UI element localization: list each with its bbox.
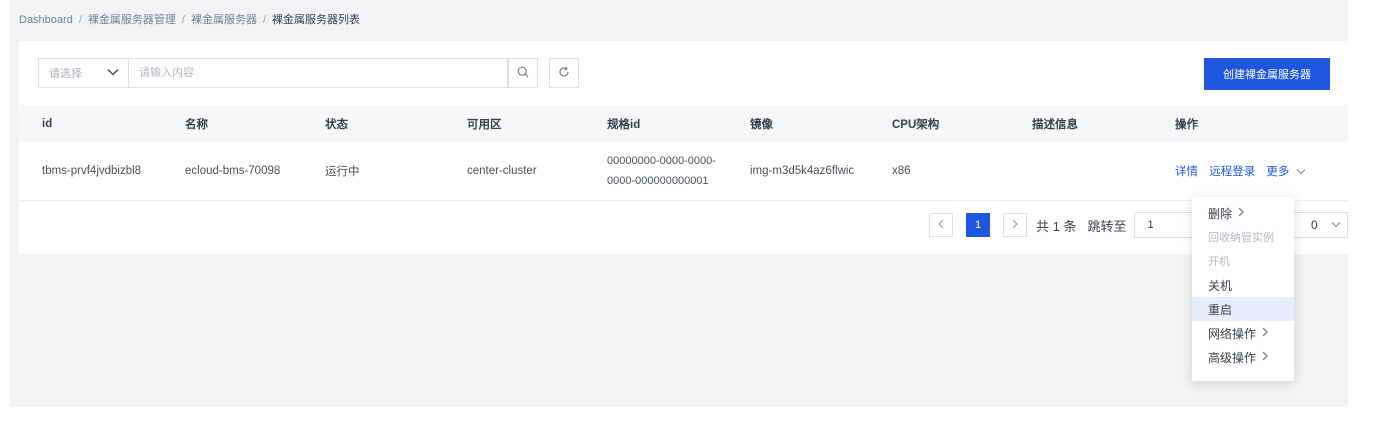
- menu-item-advanced-ops[interactable]: 高级操作: [1192, 345, 1294, 369]
- detail-link[interactable]: 详情: [1175, 166, 1198, 178]
- cell-actions: 详情 远程登录 更多: [1152, 163, 1342, 179]
- prev-page-button[interactable]: [929, 213, 953, 237]
- search-input[interactable]: [128, 58, 508, 88]
- cell-id: tbms-prvf4jvdbizbl8: [42, 165, 142, 177]
- menu-item-label: 网络操作: [1208, 326, 1257, 341]
- cell-image: img-m3d5k4az6flwic: [750, 165, 855, 177]
- column-header-description: 描述信息: [1032, 118, 1078, 131]
- main-panel: 请选择 创建裸金属服务器 id 名称 状态: [19, 41, 1348, 254]
- pagination-jump-label: 跳转至: [1087, 218, 1127, 234]
- filter-select[interactable]: 请选择: [38, 58, 128, 88]
- menu-item-label: 高级操作: [1208, 350, 1257, 365]
- search-button[interactable]: [508, 58, 538, 88]
- next-page-button[interactable]: [1003, 213, 1027, 237]
- app-root: Dashboard / 裸金属服务器管理 / 裸金属服务器 / 裸金属服务器列表 请选择: [0, 0, 1376, 432]
- refresh-button[interactable]: [549, 58, 579, 88]
- menu-item-label: 删除: [1208, 206, 1233, 221]
- menu-item-reclaim-managed: 回收纳管实例: [1192, 225, 1294, 249]
- breadcrumb-separator: /: [78, 14, 82, 26]
- menu-item-restart[interactable]: 重启: [1192, 297, 1294, 321]
- chevron-right-icon: [1262, 326, 1268, 340]
- column-header-cpu: CPU架构: [892, 118, 940, 131]
- column-header-spec: 规格id: [607, 118, 641, 131]
- column-header-zone: 可用区: [467, 118, 502, 131]
- cell-spec-line2: 0000-000000000001: [607, 175, 709, 187]
- cell-cpu: x86: [892, 165, 911, 177]
- column-header-status: 状态: [325, 118, 348, 131]
- menu-item-label: 重启: [1208, 302, 1233, 317]
- column-header-name: 名称: [185, 118, 208, 131]
- breadcrumb-separator: /: [262, 14, 267, 26]
- menu-item-label: 关机: [1208, 278, 1233, 293]
- remote-login-link[interactable]: 远程登录: [1209, 166, 1255, 178]
- table-row: tbms-prvf4jvdbizbl8 ecloud-bms-70098 运行中…: [19, 142, 1348, 201]
- page-size-select[interactable]: 0: [1292, 212, 1348, 238]
- column-header-id: id: [42, 117, 53, 130]
- chevron-right-icon: [1262, 350, 1268, 364]
- column-header-actions: 操作: [1175, 118, 1198, 131]
- breadcrumb-bms[interactable]: 裸金属服务器: [191, 14, 257, 26]
- refresh-icon: [558, 66, 570, 81]
- chevron-right-icon: [1238, 206, 1244, 220]
- column-header-image: 镜像: [750, 118, 773, 131]
- more-actions-trigger[interactable]: 更多: [1266, 166, 1306, 178]
- cell-zone: center-cluster: [467, 165, 537, 177]
- more-actions-menu: 删除 回收纳管实例 开机 关机 重启 网络操作 高级操作: [1192, 197, 1294, 381]
- breadcrumb-separator: /: [181, 14, 185, 26]
- cell-spec: 00000000-0000-0000- 0000-000000000001: [584, 151, 727, 191]
- cell-name: ecloud-bms-70098: [185, 165, 281, 177]
- chevron-down-icon: [1293, 167, 1306, 178]
- menu-item-power-on: 开机: [1192, 249, 1294, 273]
- breadcrumb: Dashboard / 裸金属服务器管理 / 裸金属服务器 / 裸金属服务器列表: [19, 11, 360, 27]
- search-icon: [517, 66, 529, 81]
- breadcrumb-dashboard[interactable]: Dashboard: [19, 14, 73, 26]
- filter-select-placeholder: 请选择: [49, 68, 82, 80]
- table-header: id 名称 状态 可用区 规格id 镜像 CPU架构 描述信息 操作: [19, 105, 1348, 142]
- cell-spec-line1: 00000000-0000-0000-: [607, 155, 716, 167]
- cell-status: 运行中: [325, 166, 360, 178]
- page-size-value: 0: [1311, 218, 1318, 232]
- page-number-current[interactable]: 1: [966, 213, 990, 237]
- breadcrumb-bms-management[interactable]: 裸金属服务器管理: [88, 14, 176, 26]
- menu-item-power-off[interactable]: 关机: [1192, 273, 1294, 297]
- breadcrumb-current: 裸金属服务器列表: [272, 14, 361, 26]
- menu-item-label: 开机: [1208, 256, 1230, 268]
- chevron-down-icon: [1331, 220, 1341, 231]
- menu-item-delete[interactable]: 删除: [1192, 201, 1294, 225]
- chevron-right-icon: [1012, 219, 1018, 232]
- chevron-down-icon: [107, 68, 119, 79]
- menu-item-label: 回收纳管实例: [1208, 232, 1274, 244]
- chevron-left-icon: [938, 219, 944, 232]
- create-bms-button[interactable]: 创建裸金属服务器: [1204, 58, 1330, 90]
- filter-bar: 请选择: [38, 58, 579, 88]
- server-table: id 名称 状态 可用区 规格id 镜像 CPU架构 描述信息 操作 tbms-…: [19, 105, 1348, 201]
- more-actions-label: 更多: [1266, 166, 1290, 178]
- pagination-total: 共 1 条: [1036, 218, 1077, 234]
- menu-item-network-ops[interactable]: 网络操作: [1192, 321, 1294, 345]
